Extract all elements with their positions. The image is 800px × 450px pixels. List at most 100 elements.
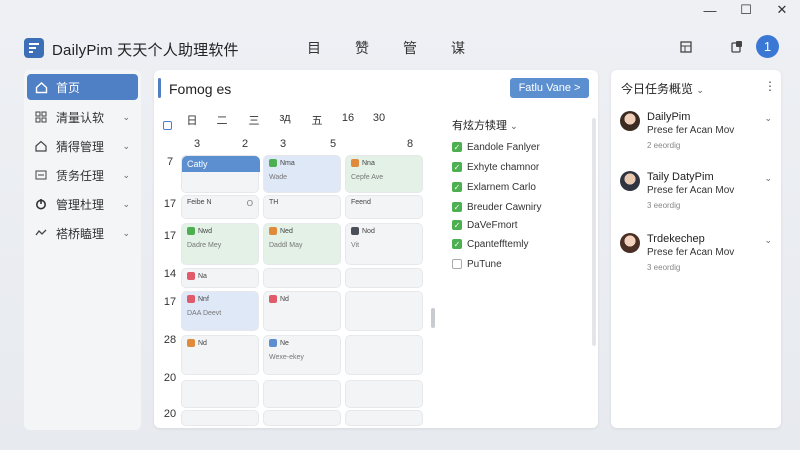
event-title: Nnf <box>198 295 209 303</box>
chevron-down-icon[interactable]: ⌄ <box>764 235 772 246</box>
checklist-label: Breuder Cawniry <box>467 201 542 213</box>
event-cell[interactable] <box>181 410 259 426</box>
event-cell[interactable] <box>263 410 341 426</box>
event-cell[interactable] <box>345 291 423 331</box>
event-sub: Daddl May <box>269 242 303 249</box>
main-scrollbar[interactable] <box>592 118 596 346</box>
checklist-item[interactable]: ✓ Eandole Fanlyer <box>452 140 540 154</box>
close-button[interactable]: ✕ <box>764 0 800 20</box>
top-nav-item[interactable]: 赞 <box>353 38 371 58</box>
checklist-item[interactable]: ✓ DaVeFmort <box>452 218 518 232</box>
page-title: Fomog es <box>169 81 232 97</box>
grid-icon <box>34 110 48 124</box>
weekday-label: зд <box>279 112 291 124</box>
event-cell[interactable]: Nna Cepfe Ave <box>345 155 423 193</box>
maximize-button[interactable]: ☐ <box>728 0 764 20</box>
tag-icon <box>269 295 277 303</box>
event-title: Ned <box>280 227 293 235</box>
checkbox-checked-icon[interactable]: ✓ <box>452 239 462 249</box>
event-cell[interactable] <box>263 380 341 408</box>
checklist-item[interactable]: ✓ Exhyte chamnor <box>452 160 539 174</box>
more-icon[interactable]: ⋮ <box>764 79 776 93</box>
event-cell[interactable]: Na <box>181 268 259 288</box>
chevron-down-icon[interactable]: ⌄ <box>764 113 772 124</box>
event-cell[interactable]: Feibe N O <box>181 195 259 219</box>
sidebar-item-label: 清量认软 <box>56 110 105 125</box>
date-label: 3 <box>279 138 287 150</box>
event-cell[interactable]: TH <box>263 195 341 219</box>
checklist-label: Eandole Fanlyer <box>467 141 540 153</box>
checklist-item[interactable]: ✓ Exlarnem Carlo <box>452 180 536 194</box>
minimize-button[interactable]: — <box>692 0 728 20</box>
handshake-icon <box>34 226 48 240</box>
top-nav-item[interactable]: 管 <box>401 38 419 58</box>
checkbox-checked-icon[interactable]: ✓ <box>452 162 462 172</box>
tag-icon <box>351 159 359 167</box>
checkbox-checked-icon[interactable]: ✓ <box>452 142 462 152</box>
event-cell[interactable]: Nd <box>181 335 259 375</box>
event-cell[interactable]: Ne Wexe-ekey <box>263 335 341 375</box>
avatar <box>620 233 640 253</box>
checklist-item[interactable]: ✓ Cpantefftemly <box>452 237 529 251</box>
overview-title[interactable]: 今日任务概览 ⌄ <box>621 80 704 97</box>
notification-icon[interactable] <box>726 36 748 58</box>
title-accent <box>158 78 161 98</box>
checklist-item[interactable]: PuTune <box>452 257 502 271</box>
sidebar-item-6[interactable]: 褡桥瞌理 ⌄ <box>27 220 138 246</box>
chevron-down-icon: ⌄ <box>122 169 130 180</box>
event-cell[interactable]: Ned Daddl May <box>263 223 341 265</box>
checkbox-checked-icon[interactable]: ✓ <box>452 220 462 230</box>
person-name: Taily DatyPim <box>647 171 714 183</box>
top-nav-item[interactable]: 谋 <box>449 38 467 58</box>
event-title: TH <box>269 199 279 206</box>
event-title: Na <box>198 272 207 280</box>
task-person-card[interactable]: Trdekechep Prese fer Acan Mov 3 eeordig … <box>620 233 772 283</box>
select-all-checkbox[interactable] <box>163 121 172 130</box>
checklist-title[interactable]: 有炫方犊理 ⌄ <box>452 117 518 133</box>
chevron-down-icon: ⌄ <box>510 121 518 131</box>
event-title: Nd <box>280 295 289 303</box>
person-name: DailyPim <box>647 111 691 123</box>
event-cell[interactable]: Nnf DAA Deevt <box>181 291 259 331</box>
weekday-label: 30 <box>372 112 386 124</box>
task-person-card[interactable]: Taily DatyPim Prese fer Acan Mov 3 eeord… <box>620 171 772 221</box>
tag-icon <box>269 159 277 167</box>
event-cell[interactable] <box>345 335 423 375</box>
event-title: Ne <box>280 339 289 347</box>
checklist-item[interactable]: ✓ Breuder Cawniry <box>452 200 541 214</box>
task-person-card[interactable]: DailyPim Prese fer Acan Mov 2 eeordig ⌄ <box>620 111 772 161</box>
top-nav-item[interactable]: 目 <box>305 38 323 58</box>
event-cell[interactable] <box>345 268 423 288</box>
event-cell[interactable]: Nod Vit <box>345 223 423 265</box>
user-badge[interactable]: 1 <box>756 35 779 58</box>
sidebar-item-home[interactable]: 首页 <box>27 74 138 100</box>
chevron-down-icon[interactable]: ⌄ <box>764 173 772 184</box>
action-button[interactable]: Fatlu Vane > <box>510 78 589 98</box>
event-cell[interactable]: Feend <box>345 195 423 219</box>
event-sub: DAA Deevt <box>187 310 222 317</box>
event-cell[interactable]: Nwd Dadre Mey <box>181 223 259 265</box>
event-sub: Vit <box>351 242 360 249</box>
checkbox-checked-icon[interactable]: ✓ <box>452 182 462 192</box>
app-title: DailyPim 天天个人助理软件 <box>52 42 239 59</box>
checkbox-checked-icon[interactable]: ✓ <box>452 202 462 212</box>
sidebar-item-3[interactable]: 猜得管理 ⌄ <box>27 133 138 159</box>
event-cell[interactable] <box>263 268 341 288</box>
checkbox-empty-icon[interactable] <box>452 259 462 269</box>
event-cell[interactable]: Nd <box>263 291 341 331</box>
checklist-label: Exlarnem Carlo <box>467 181 536 193</box>
grid-icon[interactable] <box>675 36 697 58</box>
event-cell[interactable]: Nma Wade <box>263 155 341 193</box>
sidebar-item-5[interactable]: 管理杜理 ⌄ <box>27 191 138 217</box>
event-cell[interactable] <box>345 410 423 426</box>
sidebar-item-4[interactable]: 赁务任理 ⌄ <box>27 162 138 188</box>
event-cell[interactable] <box>345 380 423 408</box>
event-cell[interactable] <box>181 380 259 408</box>
sidebar-item-2[interactable]: 清量认软 ⌄ <box>27 104 138 130</box>
chevron-down-icon: ⌄ <box>122 227 130 238</box>
checklist-label: Cpantefftemly <box>467 238 529 250</box>
calendar-scrollbar[interactable] <box>431 308 435 328</box>
list-icon <box>34 168 48 182</box>
event-title: Nma <box>280 159 295 167</box>
event-cell[interactable]: Catly <box>181 155 260 193</box>
